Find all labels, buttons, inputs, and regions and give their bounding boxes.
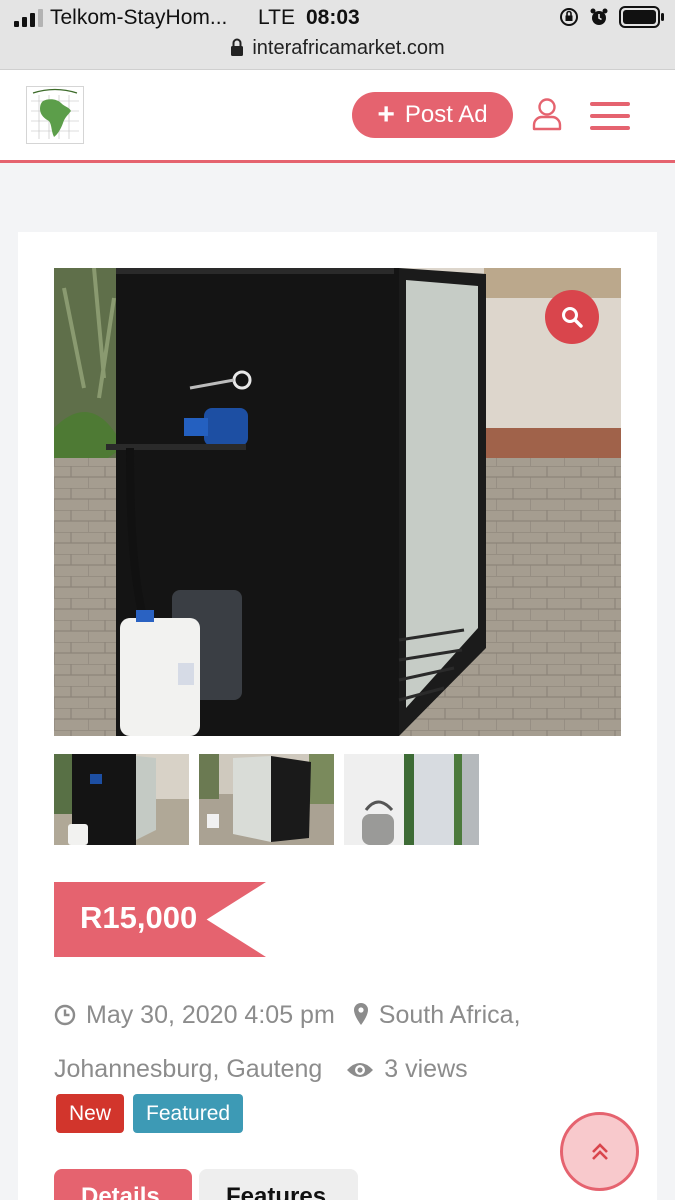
hamburger-menu-icon[interactable] xyxy=(590,102,630,130)
status-time: 08:03 xyxy=(306,6,360,29)
photo-thumbnails xyxy=(54,754,479,845)
signal-icon xyxy=(14,9,43,27)
double-chevron-up-icon xyxy=(591,1142,608,1160)
featured-badge: Featured xyxy=(133,1094,244,1133)
listing-date: May 30, 2020 4:05 pm xyxy=(86,1001,335,1029)
search-icon xyxy=(562,307,583,328)
site-header: + Post Ad xyxy=(0,70,675,163)
thumbnail-2[interactable] xyxy=(199,754,334,845)
plus-icon: + xyxy=(377,98,395,131)
orientation-lock-icon xyxy=(560,8,578,26)
thumbnail-3[interactable] xyxy=(344,754,479,845)
main-listing-photo[interactable] xyxy=(54,268,621,736)
map-marker-icon xyxy=(353,993,369,1044)
carrier-name: Telkom-StayHom... xyxy=(50,6,228,29)
tab-features[interactable]: Features xyxy=(199,1169,358,1200)
network-type: LTE xyxy=(258,6,295,29)
listing-price: R15,000 xyxy=(80,900,198,935)
eye-icon xyxy=(346,1047,374,1098)
thumbnail-1[interactable] xyxy=(54,754,189,845)
alarm-icon xyxy=(590,8,608,25)
user-icon[interactable] xyxy=(532,97,562,131)
url-text[interactable]: interafricamarket.com xyxy=(252,37,444,59)
location-country: South Africa, xyxy=(378,1001,521,1029)
tab-details[interactable]: Details xyxy=(54,1169,192,1200)
scroll-to-top-button[interactable] xyxy=(560,1112,639,1191)
lock-icon xyxy=(231,38,244,56)
listing-card: R15,000 May 30, 2020 4:05 pm South Afric… xyxy=(18,232,657,1200)
clock-icon xyxy=(54,993,76,1044)
status-bar: Telkom-StayHom... LTE 08:03 interafricam… xyxy=(0,0,675,70)
post-ad-button[interactable]: + Post Ad xyxy=(352,92,513,138)
site-logo[interactable] xyxy=(26,86,84,144)
price-tag: R15,000 xyxy=(54,882,266,957)
view-count: 3 views xyxy=(384,1055,468,1083)
post-ad-label: Post Ad xyxy=(404,101,488,128)
location-city: Johannesburg, Gauteng xyxy=(54,1055,323,1083)
battery-icon xyxy=(619,6,664,28)
listing-tabs: Details Features xyxy=(54,1169,358,1200)
zoom-button[interactable] xyxy=(545,290,599,344)
new-badge: New xyxy=(56,1094,125,1133)
listing-badges: New Featured xyxy=(56,1094,244,1133)
listing-meta: May 30, 2020 4:05 pm South Africa, Johan… xyxy=(54,990,614,1098)
